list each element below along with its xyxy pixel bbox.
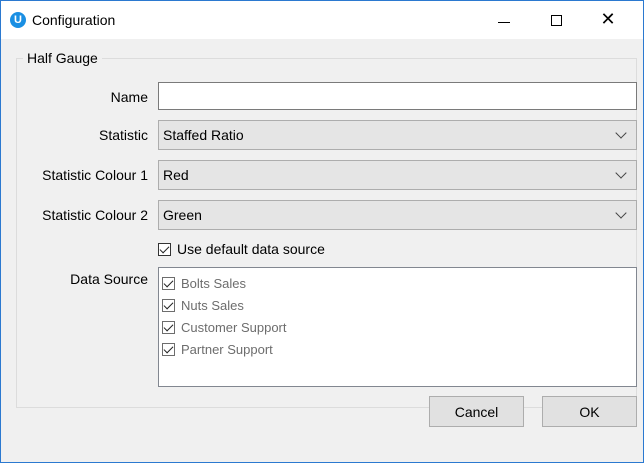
title-bar[interactable]: U Configuration ✕ [1,1,643,39]
data-source-list[interactable]: Bolts Sales Nuts Sales Customer Support … [158,267,637,387]
data-source-item-label: Partner Support [181,341,273,357]
close-icon: ✕ [600,9,616,30]
groupbox-title: Half Gauge [23,50,102,66]
app-logo-icon: U [10,12,26,28]
statistic-dropdown[interactable]: Staffed Ratio [158,120,637,150]
list-item[interactable]: Partner Support [159,338,636,360]
statistic-colour-1-label: Statistic Colour 1 [42,167,148,183]
data-source-item-label: Bolts Sales [181,275,247,291]
use-default-data-source-label: Use default data source [177,241,325,257]
statistic-selected-value: Staffed Ratio [163,127,244,143]
configuration-window: U Configuration ✕ Half Gauge Name Statis… [0,0,644,463]
statistic-label: Statistic [98,127,148,143]
window-title: Configuration [32,12,116,28]
checkbox-checked-icon[interactable] [162,342,175,356]
list-item[interactable]: Bolts Sales [159,272,636,294]
checkbox-checked-icon[interactable] [162,298,175,312]
statistic-colour-1-value: Red [163,167,189,183]
close-button[interactable]: ✕ [585,1,631,39]
list-item[interactable]: Customer Support [159,316,636,338]
name-label: Name [110,89,148,105]
statistic-colour-1-dropdown[interactable]: Red [158,160,637,190]
cancel-button[interactable]: Cancel [429,396,524,427]
statistic-colour-2-dropdown[interactable]: Green [158,200,637,230]
minimize-icon [498,21,510,23]
chevron-down-icon [615,167,627,179]
use-default-data-source-checkbox[interactable]: Use default data source [158,241,325,257]
name-input[interactable] [158,82,637,110]
list-item[interactable]: Nuts Sales [159,294,636,316]
statistic-colour-2-value: Green [163,207,202,223]
chevron-down-icon [615,207,627,219]
minimize-button[interactable] [481,1,527,39]
chevron-down-icon [615,127,627,139]
checkbox-checked-icon[interactable] [162,276,175,290]
statistic-colour-2-label: Statistic Colour 2 [42,207,148,223]
maximize-button[interactable] [533,1,579,39]
checkbox-checked-icon[interactable] [158,242,171,256]
data-source-label: Data Source [70,271,148,287]
maximize-icon [550,14,562,26]
data-source-item-label: Customer Support [181,319,287,335]
data-source-item-label: Nuts Sales [181,297,244,313]
ok-button[interactable]: OK [542,396,637,427]
checkbox-checked-icon[interactable] [162,320,175,334]
